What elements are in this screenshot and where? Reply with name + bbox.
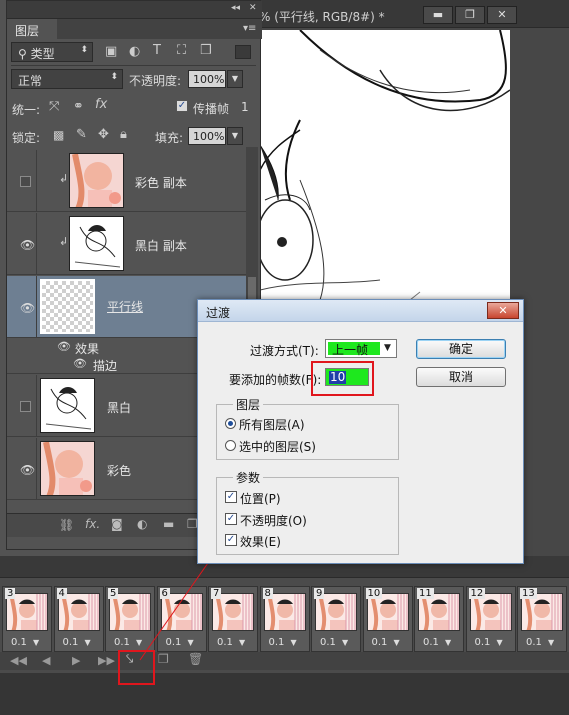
- dialog-titlebar: 过渡 ✕: [198, 300, 523, 322]
- effects-checkbox[interactable]: ✓: [225, 534, 237, 546]
- opacity-checkbox[interactable]: ✓: [225, 513, 237, 525]
- all-layers-label: 所有图层(A): [239, 418, 305, 432]
- tween-dialog: 过渡 ✕ 过渡方式(T): 上一帧 ▼ 要添加的帧数(F): 10 确定 取消 …: [197, 299, 524, 564]
- position-checkbox[interactable]: ✓: [225, 491, 237, 503]
- effects-checkbox-label: 效果(E): [240, 535, 281, 549]
- dialog-close-button[interactable]: ✕: [487, 302, 519, 319]
- tween-method-select[interactable]: 上一帧 ▼: [325, 339, 397, 358]
- dialog-title: 过渡: [206, 306, 231, 320]
- cancel-button[interactable]: 取消: [416, 367, 506, 387]
- annotation-highlight-frames: [311, 361, 374, 396]
- tween-method-label: 过渡方式(T):: [250, 344, 319, 358]
- tween-method-value: 上一帧: [332, 343, 369, 357]
- chevron-down-icon: ▼: [384, 343, 391, 353]
- selected-layers-label: 选中的图层(S): [239, 440, 316, 454]
- layers-group-title: 图层: [233, 396, 264, 413]
- frames-to-add-label: 要添加的帧数(F):: [229, 373, 322, 387]
- opacity-checkbox-label: 不透明度(O): [240, 514, 307, 528]
- selected-layers-radio[interactable]: [225, 440, 236, 451]
- ok-button[interactable]: 确定: [416, 339, 506, 359]
- position-label: 位置(P): [240, 492, 281, 506]
- all-layers-radio[interactable]: [225, 418, 236, 429]
- params-group-title: 参数: [233, 469, 264, 486]
